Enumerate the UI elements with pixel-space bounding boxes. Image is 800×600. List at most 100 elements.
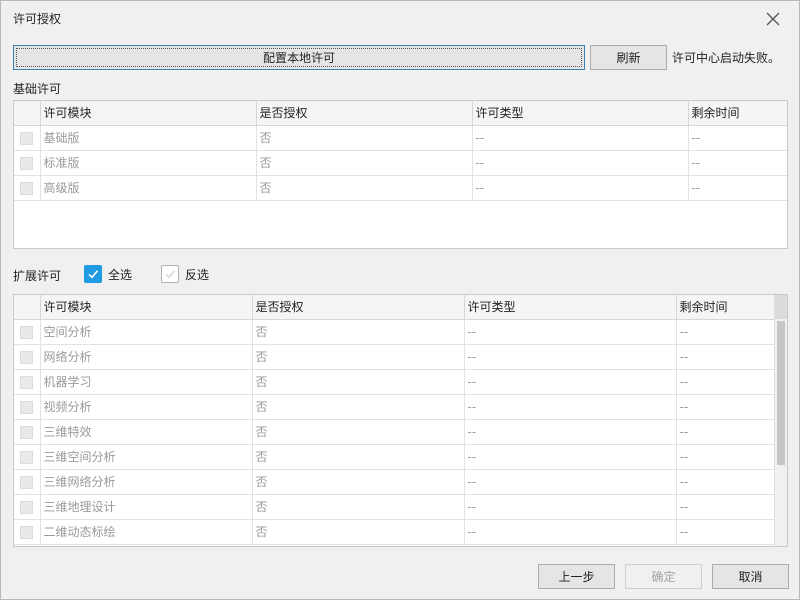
row-checkbox[interactable] [20,475,34,489]
authorized-cell: 否 [252,344,465,370]
table-header-row: 许可模块 是否授权 许可类型 剩余时间 [14,101,787,126]
table-row[interactable]: 机器学习 否 -- -- [14,369,776,395]
row-checkbox[interactable] [20,500,34,514]
vertical-scrollbar[interactable] [774,295,787,546]
remaining-time-cell: -- [688,175,787,201]
column-header[interactable]: 是否授权 [256,101,473,126]
authorized-cell: 否 [252,394,465,420]
scrollbar-thumb[interactable] [777,321,785,465]
dialog-title: 许可授权 [13,12,62,26]
authorized-cell: 否 [252,444,465,470]
module-cell: 三维地理设计 [40,494,253,520]
table-row[interactable]: 二维动态标绘 否 -- -- [14,519,776,545]
row-checkbox[interactable] [20,325,34,339]
row-checkbox[interactable] [20,425,34,439]
column-header[interactable]: 剩余时间 [676,295,776,320]
row-checkbox[interactable] [20,181,34,195]
authorized-cell: 否 [252,369,465,395]
invert-selection-checkbox[interactable] [161,265,179,283]
table-row[interactable]: 三维网络分析 否 -- -- [14,469,776,495]
row-checkbox[interactable] [20,131,34,145]
column-header[interactable]: 许可类型 [464,295,677,320]
basic-license-table: 许可模块 是否授权 许可类型 剩余时间 基础版 否 -- -- 标准版 否 --… [13,100,788,249]
row-checkbox[interactable] [20,525,34,539]
column-header[interactable]: 许可模块 [40,101,257,126]
license-type-cell: -- [472,175,689,201]
authorized-cell: 否 [252,494,465,520]
license-type-cell: -- [464,519,677,545]
previous-step-label: 上一步 [558,570,595,584]
row-checkbox[interactable] [20,156,34,170]
configure-local-license-button[interactable]: 配置本地许可 [13,45,585,70]
remaining-time-cell: -- [676,394,776,420]
license-type-cell: -- [472,125,689,151]
license-type-cell: -- [464,369,677,395]
module-cell: 三维空间分析 [40,444,253,470]
module-cell: 三维特效 [40,419,253,445]
header-checkbox-cell [14,295,41,320]
select-all-label: 全选 [108,267,133,282]
header-checkbox-cell [14,101,41,126]
close-button[interactable] [763,9,783,29]
select-all-checkbox[interactable] [84,265,102,283]
table-row[interactable]: 基础版 否 -- -- [14,125,787,151]
license-type-cell: -- [464,344,677,370]
module-cell: 机器学习 [40,369,253,395]
check-icon [165,270,176,279]
refresh-button-label: 刷新 [616,51,641,65]
remaining-time-cell: -- [676,469,776,495]
previous-step-button[interactable]: 上一步 [538,564,615,589]
module-cell: 基础版 [40,125,257,151]
license-status-text: 许可中心启动失败。 [672,51,781,65]
license-type-cell: -- [464,444,677,470]
module-cell: 三维网络分析 [40,469,253,495]
column-header[interactable]: 是否授权 [252,295,465,320]
table-row[interactable]: 空间分析 否 -- -- [14,319,776,345]
extension-license-grid: 许可模块 是否授权 许可类型 剩余时间 空间分析 否 -- -- 网络分析 否 … [14,295,776,545]
authorized-cell: 否 [256,150,473,176]
authorized-cell: 否 [252,419,465,445]
remaining-time-cell: -- [676,519,776,545]
table-row[interactable]: 三维空间分析 否 -- -- [14,444,776,470]
close-icon [766,12,780,26]
column-header[interactable]: 许可类型 [472,101,689,126]
row-checkbox[interactable] [20,350,34,364]
table-row[interactable]: 三维特效 否 -- -- [14,419,776,445]
row-checkbox[interactable] [20,400,34,414]
table-header-row: 许可模块 是否授权 许可类型 剩余时间 [14,295,776,320]
table-row[interactable]: 高级版 否 -- -- [14,175,787,201]
basic-license-label: 基础许可 [13,82,62,96]
cancel-button[interactable]: 取消 [712,564,789,589]
module-cell: 空间分析 [40,319,253,345]
remaining-time-cell: -- [676,319,776,345]
basic-license-grid: 许可模块 是否授权 许可类型 剩余时间 基础版 否 -- -- 标准版 否 --… [14,101,787,201]
license-type-cell: -- [464,494,677,520]
table-row[interactable]: 三维地理设计 否 -- -- [14,494,776,520]
row-checkbox[interactable] [20,450,34,464]
ok-label: 确定 [651,570,676,584]
authorized-cell: 否 [252,319,465,345]
refresh-button[interactable]: 刷新 [590,45,667,70]
license-type-cell: -- [464,419,677,445]
table-row[interactable]: 视频分析 否 -- -- [14,394,776,420]
column-header[interactable]: 许可模块 [40,295,253,320]
table-row[interactable]: 网络分析 否 -- -- [14,344,776,370]
invert-selection-label: 反选 [185,267,210,282]
remaining-time-cell: -- [676,494,776,520]
invert-selection-option[interactable]: 反选 [161,265,209,283]
cancel-label: 取消 [738,570,763,584]
authorized-cell: 否 [252,519,465,545]
ok-button[interactable]: 确定 [625,564,702,589]
authorized-cell: 否 [256,175,473,201]
remaining-time-cell: -- [676,419,776,445]
scrollbar-header-corner [775,295,787,319]
authorized-cell: 否 [256,125,473,151]
remaining-time-cell: -- [688,150,787,176]
extension-license-table: 许可模块 是否授权 许可类型 剩余时间 空间分析 否 -- -- 网络分析 否 … [13,294,788,547]
table-row[interactable]: 标准版 否 -- -- [14,150,787,176]
module-cell: 视频分析 [40,394,253,420]
select-all-option[interactable]: 全选 [84,265,132,283]
column-header[interactable]: 剩余时间 [688,101,787,126]
row-checkbox[interactable] [20,375,34,389]
remaining-time-cell: -- [676,344,776,370]
